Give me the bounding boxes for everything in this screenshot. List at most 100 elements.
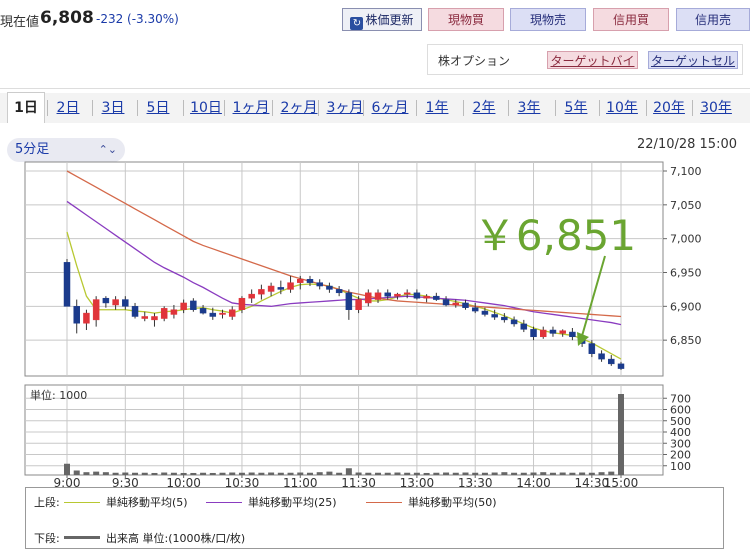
candle-body [588, 343, 596, 354]
volume-bar [481, 472, 488, 475]
legend-ma50: 単純移動平均(50) [408, 496, 497, 509]
candle-body [569, 331, 576, 338]
candle-body [199, 308, 207, 314]
candle-body [608, 358, 615, 365]
volume-bar [472, 472, 479, 475]
price-annotation: ￥6,851 [474, 211, 636, 260]
volume-bar [316, 472, 323, 475]
candle-body [151, 316, 158, 321]
volume-bar [277, 472, 284, 475]
candle-body [530, 329, 537, 338]
candle-body [598, 353, 605, 360]
volume-bar [345, 468, 352, 475]
volume-bar [73, 470, 80, 475]
volume-bar [161, 472, 168, 475]
candle-body [141, 316, 149, 319]
candle-body [384, 292, 391, 297]
candle-body [335, 289, 343, 294]
candle-body [306, 279, 314, 283]
volume-bar [93, 471, 100, 475]
volume-bar [336, 472, 343, 475]
candle-body [355, 299, 362, 310]
volume-bar [404, 472, 411, 475]
volume-bar [326, 471, 333, 475]
volume-bar [394, 472, 401, 475]
candle-body [228, 309, 236, 317]
volume-bar [219, 472, 226, 475]
candle-body [180, 302, 187, 310]
candle-body [374, 292, 382, 300]
legend-lower-label: 下段: [34, 532, 60, 545]
price-panel-frame [24, 161, 664, 377]
volume-bar [180, 472, 187, 475]
price-tick-label: 6,850 [670, 334, 702, 347]
candle-body [277, 287, 285, 290]
price-tick-label: 6,900 [670, 300, 702, 313]
volume-bar [258, 472, 265, 475]
candle-body [549, 329, 557, 334]
candle-body [112, 299, 119, 306]
volume-bar [443, 472, 450, 475]
price-tick-label: 7,050 [670, 199, 702, 212]
candle-body [413, 292, 421, 299]
price-tick-label: 7,000 [670, 233, 702, 246]
candle-body [63, 262, 71, 307]
volume-bar [190, 472, 197, 475]
volume-bar [200, 472, 207, 475]
legend-ma25-swatch [206, 502, 242, 503]
candle-body [365, 292, 372, 304]
candle-body [248, 293, 255, 299]
volume-bar [102, 472, 109, 475]
candle-body [267, 285, 275, 292]
volume-bar [433, 472, 440, 475]
volume-bar [520, 472, 527, 475]
candle-body [92, 299, 100, 321]
candle-body [73, 306, 80, 324]
candle-body [131, 306, 139, 317]
volume-bar [238, 472, 245, 475]
volume-bar [608, 471, 615, 475]
volume-bar [229, 472, 236, 475]
volume-bar [384, 472, 391, 475]
chart-legend: 上段: 単純移動平均(5) 単純移動平均(25) 単純移動平均(50) 下段: … [25, 487, 724, 549]
volume-bar [141, 472, 148, 475]
candle-body [462, 302, 469, 308]
volume-bar [618, 394, 624, 475]
candle-body [83, 312, 90, 324]
volume-bar [306, 472, 313, 475]
candle-body [501, 316, 508, 321]
volume-tick-label: 100 [670, 460, 691, 473]
candle-body [394, 293, 401, 297]
candle-body [539, 329, 547, 338]
legend-ma5: 単純移動平均(5) [106, 496, 188, 509]
volume-bar [64, 463, 70, 475]
candle-body [491, 314, 498, 318]
candle-body [617, 363, 625, 369]
volume-bar [540, 472, 547, 475]
volume-bar [170, 472, 177, 475]
volume-bar [559, 472, 566, 475]
candle-body [316, 282, 323, 287]
volume-bar [112, 472, 119, 475]
candle-body [471, 307, 479, 312]
volume-bar [287, 472, 294, 475]
volume-unit-label: 単位: 1000 [30, 388, 87, 402]
volume-bar [569, 472, 576, 475]
volume-bar [462, 472, 469, 475]
candle-body [122, 299, 129, 307]
volume-bar [355, 472, 362, 475]
volume-bar [209, 472, 216, 475]
volume-bar [579, 472, 586, 475]
candle-body [160, 308, 168, 319]
candle-body [287, 282, 294, 290]
price-tick-label: 7,100 [670, 165, 702, 178]
candle-body [326, 285, 333, 290]
volume-bar [501, 472, 508, 475]
volume-bar [491, 472, 498, 475]
volume-bar [132, 472, 139, 475]
candle-body [238, 297, 246, 310]
candle-body [510, 319, 518, 325]
candle-body [403, 292, 411, 295]
volume-bar [83, 472, 90, 475]
stock-chart: 7,1007,0507,0006,9506,9006,850￥6,8517006… [24, 161, 702, 490]
